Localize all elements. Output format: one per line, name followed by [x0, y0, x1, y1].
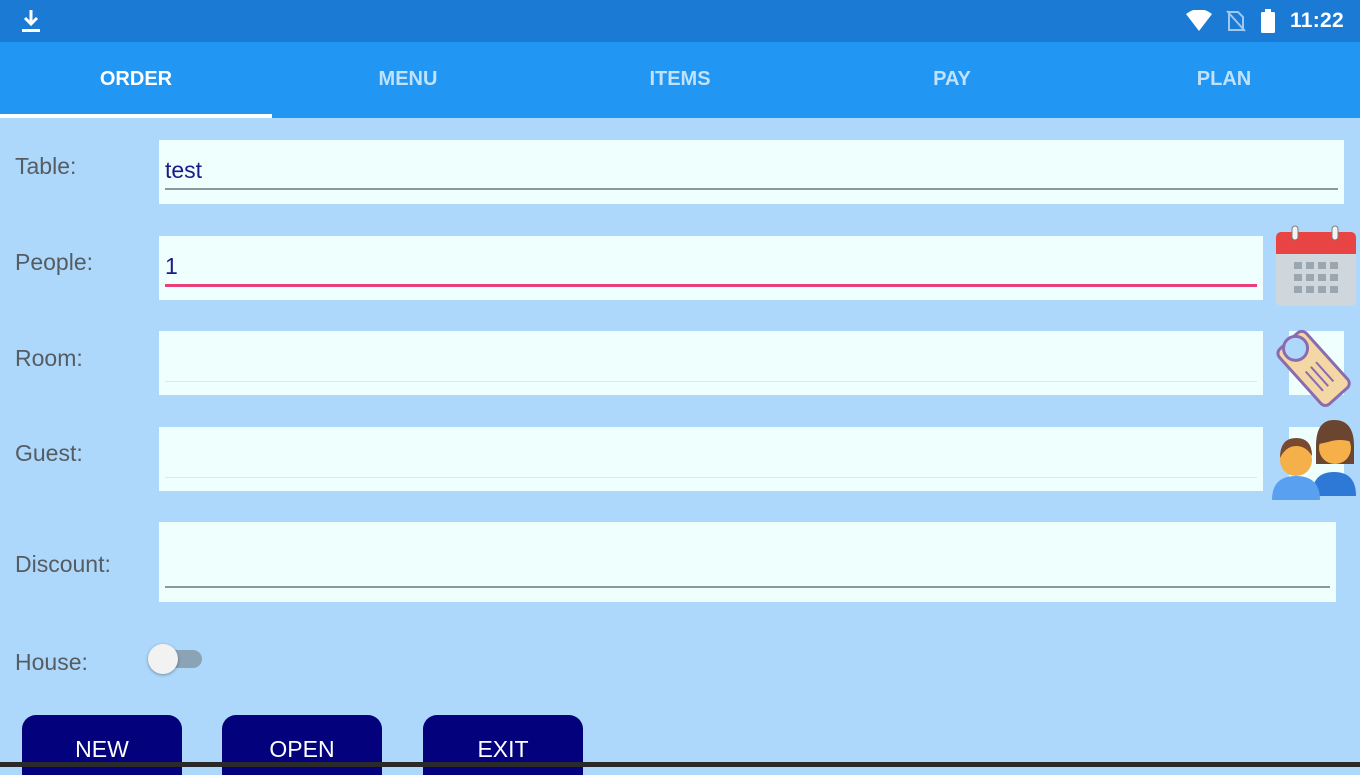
guest-input[interactable] [165, 439, 1257, 475]
people-input[interactable] [165, 248, 1257, 284]
table-underline [165, 188, 1338, 190]
wifi-icon [1185, 10, 1212, 31]
tab-plan[interactable]: PLAN [1088, 42, 1360, 118]
download-icon [22, 10, 40, 32]
room-label: Room: [15, 345, 83, 371]
tab-menu[interactable]: MENU [272, 42, 544, 118]
house-toggle[interactable] [148, 644, 204, 674]
calendar-icon[interactable] [1274, 224, 1358, 308]
guest-label: Guest: [15, 440, 83, 466]
table-label: Table: [15, 153, 77, 179]
tab-items[interactable]: ITEMS [544, 42, 816, 118]
no-sim-icon [1226, 10, 1246, 32]
people-label: People: [15, 249, 94, 275]
house-label: House: [15, 649, 88, 675]
people-underline [165, 284, 1257, 287]
tab-order[interactable]: ORDER [0, 42, 272, 118]
bottom-edge [0, 762, 1360, 767]
status-time: 11:22 [1289, 9, 1344, 32]
guests-icon[interactable] [1270, 416, 1360, 500]
discount-field-container [159, 522, 1336, 602]
discount-input[interactable] [165, 544, 1330, 580]
room-input[interactable] [165, 343, 1257, 379]
people-field-container [159, 236, 1263, 300]
table-field-container [159, 140, 1344, 204]
room-field-container [159, 331, 1263, 395]
tab-pay[interactable]: PAY [816, 42, 1088, 118]
tab-bar: ORDER MENU ITEMS PAY PLAN [0, 42, 1360, 118]
discount-label: Discount: [15, 551, 111, 577]
table-input[interactable] [165, 152, 1338, 188]
room-underline [165, 381, 1257, 382]
status-bar: 11:22 [0, 0, 1360, 42]
battery-icon [1260, 9, 1275, 33]
status-icons: 11:22 [1185, 0, 1344, 42]
house-toggle-thumb [148, 644, 178, 674]
door-hanger-icon[interactable] [1262, 312, 1360, 412]
discount-underline [165, 586, 1330, 588]
guest-field-container [159, 427, 1263, 491]
guest-underline [165, 477, 1257, 478]
